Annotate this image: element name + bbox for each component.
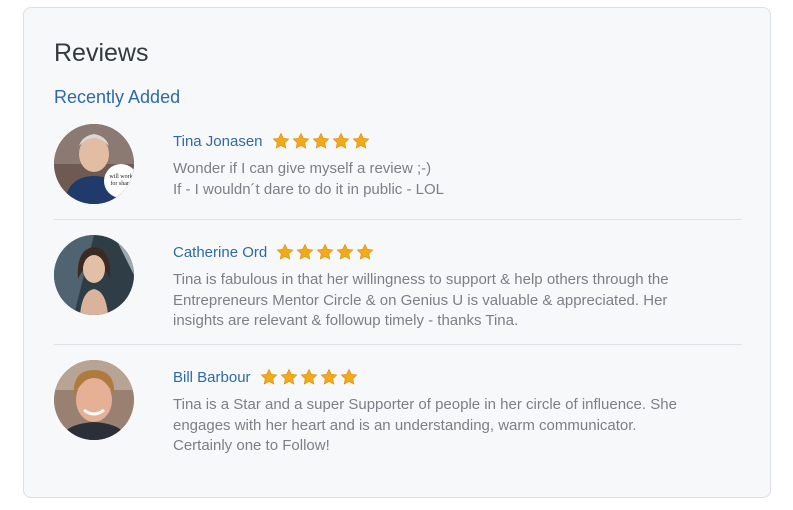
star-icon xyxy=(280,368,297,385)
review-text-line: Tina is a Star and a super Supporter of … xyxy=(173,396,677,413)
review-item: will work for share Tina Jonasen Wonder … xyxy=(54,124,742,220)
review-text-line: If - I wouldn´t dare to do it in public … xyxy=(173,180,444,198)
avatar-badge-line2: for share xyxy=(110,180,131,187)
avatar-image xyxy=(54,360,134,440)
star-icon xyxy=(336,243,354,260)
star-rating xyxy=(272,132,370,150)
star-icon xyxy=(352,132,369,149)
star-icon xyxy=(316,243,334,260)
review-item: Catherine Ord Tina is fabulous in that h… xyxy=(54,235,742,345)
avatar-image: will work for share xyxy=(54,124,134,204)
star-rating xyxy=(276,243,374,261)
review-text: Tina is a Star and a super Supporter of … xyxy=(173,395,743,457)
star-icon xyxy=(312,132,329,149)
reviews-card: Reviews Recently Added will work for sha… xyxy=(23,7,771,498)
star-icon xyxy=(260,368,277,385)
review-text-line: Wonder if I can give myself a review ;-) xyxy=(173,160,432,177)
review-text-line: engages with her heart and is an underst… xyxy=(173,416,637,434)
star-icon xyxy=(292,132,309,149)
star-icon xyxy=(332,132,349,149)
star-rating xyxy=(260,368,358,386)
star-icon xyxy=(296,243,314,260)
divider xyxy=(54,344,742,345)
avatar[interactable] xyxy=(54,360,134,440)
review-text-line: insights are relevant & followup timely … xyxy=(173,312,519,329)
reviewer-name[interactable]: Bill Barbour xyxy=(173,369,251,386)
divider xyxy=(54,219,742,220)
star-icon xyxy=(276,243,294,260)
avatar-image xyxy=(54,235,134,315)
star-icon xyxy=(320,368,337,385)
review-text-line: Tina is fabulous in that her willingness… xyxy=(173,271,669,288)
avatar[interactable]: will work for share xyxy=(54,124,134,204)
avatar[interactable] xyxy=(54,235,134,315)
review-text: Wonder if I can give myself a review ;-)… xyxy=(173,159,743,200)
reviews-title: Reviews xyxy=(54,39,149,67)
review-item: Bill Barbour Tina is a Star and a super … xyxy=(54,360,742,470)
avatar-badge-line1: will work xyxy=(109,174,132,180)
review-text-line: Entrepreneurs Mentor Circle & on Genius … xyxy=(173,291,668,309)
star-icon xyxy=(272,132,289,149)
reviewer-name[interactable]: Tina Jonasen xyxy=(173,133,263,150)
star-icon xyxy=(340,368,357,385)
review-text-line: Certainly one to Follow! xyxy=(173,437,330,454)
reviewer-name[interactable]: Catherine Ord xyxy=(173,244,267,261)
star-icon xyxy=(300,368,317,385)
review-text: Tina is fabulous in that her willingness… xyxy=(173,270,743,332)
recently-added-heading: Recently Added xyxy=(54,87,181,107)
star-icon xyxy=(356,243,374,260)
